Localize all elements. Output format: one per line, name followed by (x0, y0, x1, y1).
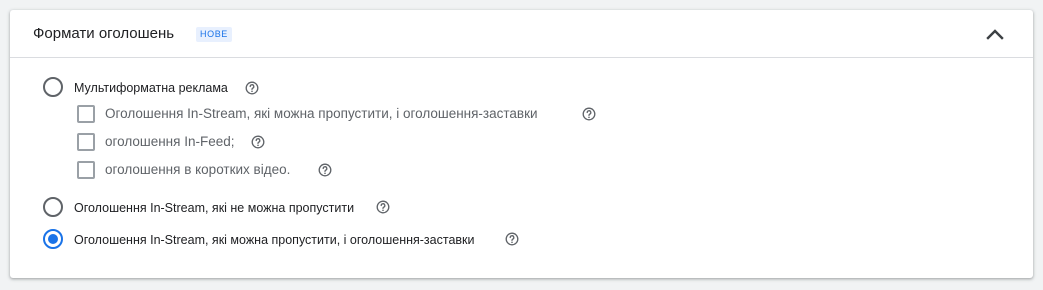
checkbox-skippable-instream-bumper[interactable] (77, 105, 95, 123)
option-label-multiformat: Мультиформатна реклама (74, 81, 228, 95)
option-label-non-skippable-instream: Оголошення In-Stream, які не можна пропу… (74, 201, 355, 215)
help-circle-icon[interactable] (582, 107, 596, 121)
panel-header[interactable]: Формати оголошень НОВЕ (10, 10, 1033, 58)
help-circle-icon[interactable] (505, 232, 519, 246)
help-circle-icon[interactable] (245, 81, 259, 95)
option-label-skippable-instream-bumper: Оголошення In-Stream, які можна пропусти… (74, 233, 475, 247)
help-circle-icon[interactable] (251, 135, 265, 149)
checkbox-infeed[interactable] (77, 133, 95, 151)
radio-non-skippable-instream[interactable] (43, 197, 63, 217)
chevron-up-icon[interactable] (982, 22, 1008, 46)
help-circle-icon[interactable] (376, 200, 390, 214)
help-circle-icon[interactable] (318, 163, 332, 177)
checkbox-shorts[interactable] (77, 161, 95, 179)
new-badge: НОВЕ (196, 27, 232, 42)
ad-formats-panel: Формати оголошень НОВЕ Мультиформатна ре… (10, 10, 1033, 278)
suboption-label-shorts: оголошення в коротких відео. (105, 162, 291, 177)
radio-multiformat[interactable] (43, 77, 63, 97)
panel-title: Формати оголошень (33, 25, 175, 42)
suboption-label-infeed: оголошення In-Feed; (105, 134, 235, 149)
radio-skippable-instream-bumper[interactable] (43, 229, 63, 249)
suboption-label-skippable-instream-bumper: Оголошення In-Stream, які можна пропусти… (105, 106, 538, 121)
